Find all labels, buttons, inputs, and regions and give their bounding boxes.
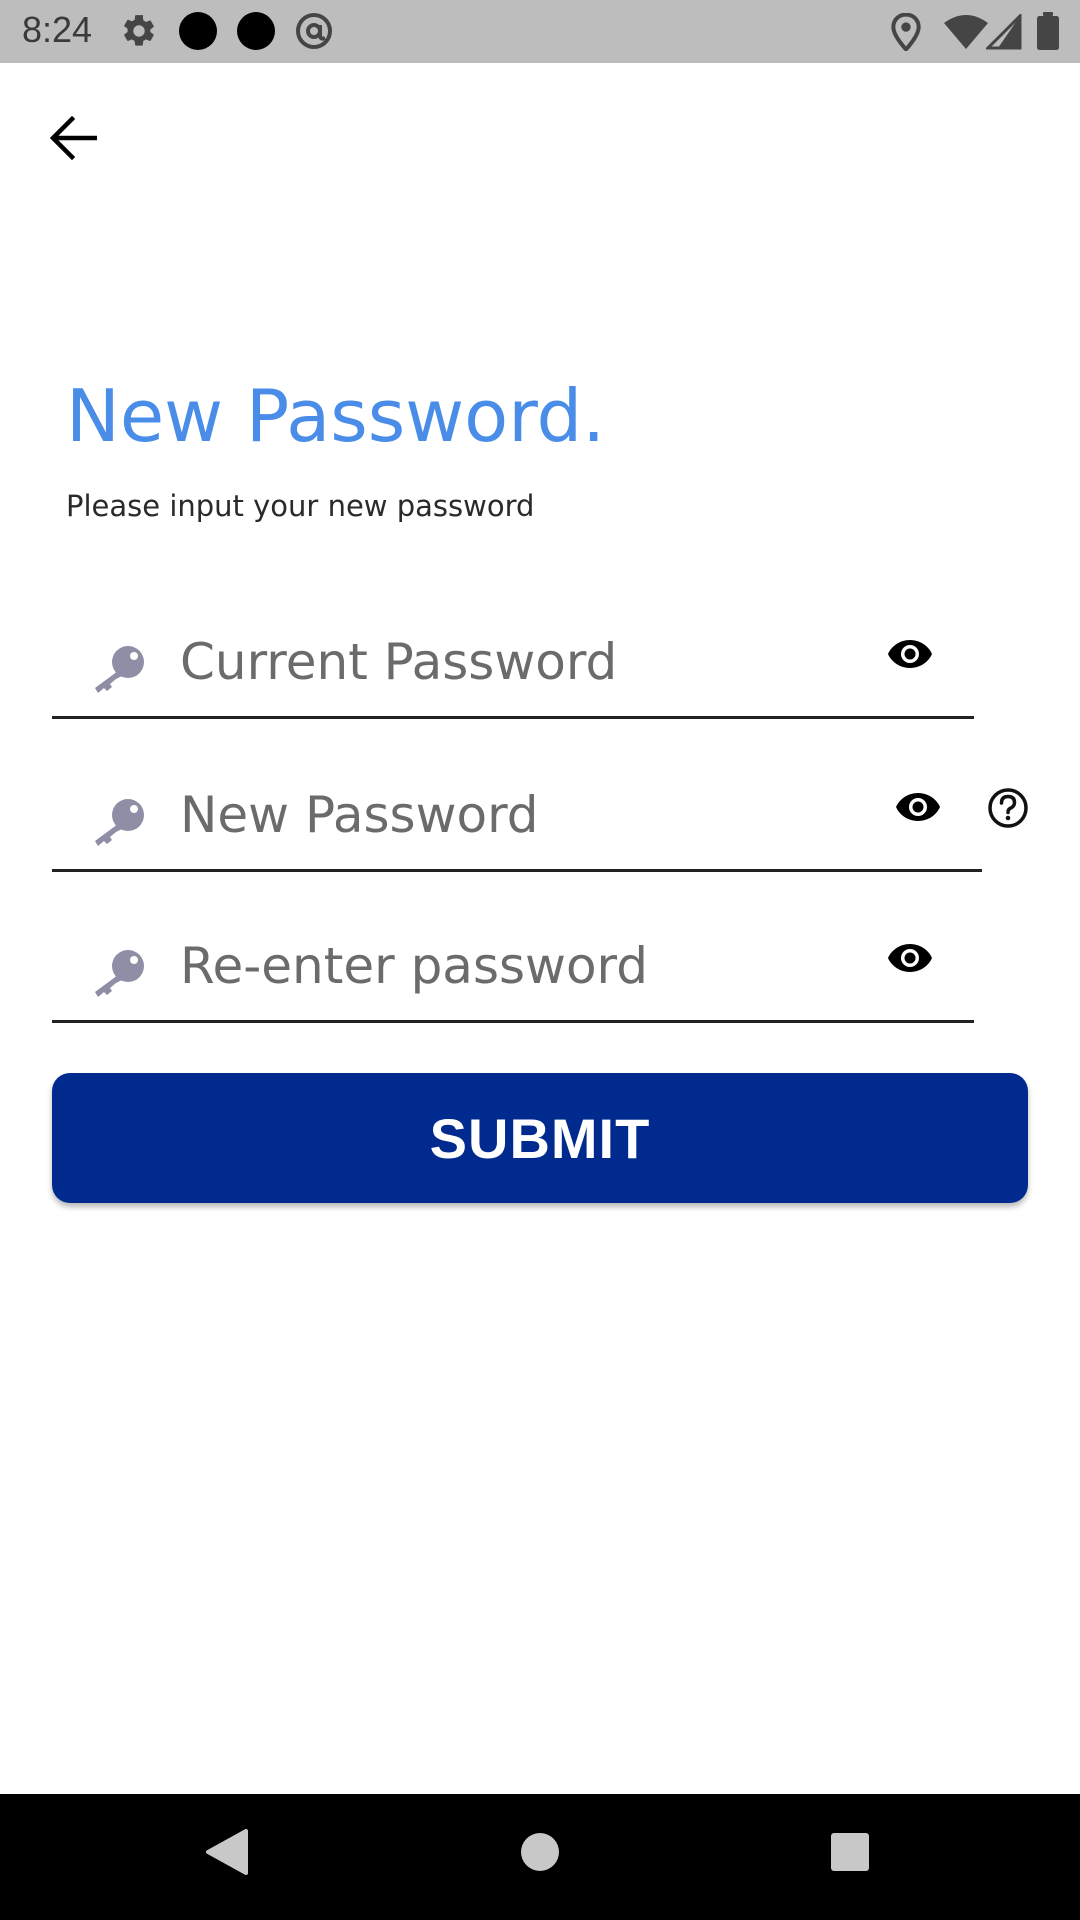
battery-icon: [1037, 12, 1059, 50]
reenter-password-input[interactable]: [180, 926, 860, 1006]
submit-button[interactable]: SUBMIT: [52, 1073, 1028, 1203]
toggle-new-password-visibility[interactable]: [888, 777, 948, 837]
password-help-button[interactable]: [982, 782, 1034, 834]
help-circle-icon: [988, 788, 1028, 828]
back-button[interactable]: [40, 105, 106, 171]
location-icon: [891, 13, 921, 51]
eye-icon: [888, 640, 932, 668]
current-password-field: [52, 604, 974, 719]
page-subtitle: Please input your new password: [66, 489, 535, 523]
toggle-current-password-visibility[interactable]: [880, 624, 940, 684]
new-password-field: [52, 757, 982, 872]
toggle-reenter-password-visibility[interactable]: [880, 928, 940, 988]
recents-square-icon: [831, 1833, 869, 1871]
status-time: 8:24: [22, 9, 93, 50]
nav-home-button[interactable]: [510, 1822, 570, 1882]
current-password-input[interactable]: [180, 622, 860, 702]
system-nav-bar: [0, 1794, 1080, 1920]
notification-dot-icon: [179, 12, 217, 50]
wifi-icon: [944, 15, 988, 49]
reenter-password-field: [52, 908, 974, 1023]
status-bar: 8:24: [0, 0, 1080, 63]
new-password-input[interactable]: [180, 775, 860, 855]
gear-icon: [124, 15, 154, 46]
page-title: New Password.: [66, 374, 606, 458]
notification-dot-icon: [237, 12, 275, 50]
key-icon: [95, 646, 144, 693]
home-circle-icon: [521, 1833, 559, 1871]
eye-icon: [888, 944, 932, 972]
key-icon: [95, 799, 144, 846]
at-sign-icon: [296, 13, 332, 49]
key-icon: [95, 950, 144, 997]
signal-icon: [986, 14, 1022, 50]
eye-icon: [896, 793, 940, 821]
arrow-left-icon: [49, 116, 97, 160]
nav-back-button[interactable]: [196, 1822, 256, 1882]
nav-recents-button[interactable]: [820, 1822, 880, 1882]
back-triangle-icon: [206, 1829, 248, 1875]
